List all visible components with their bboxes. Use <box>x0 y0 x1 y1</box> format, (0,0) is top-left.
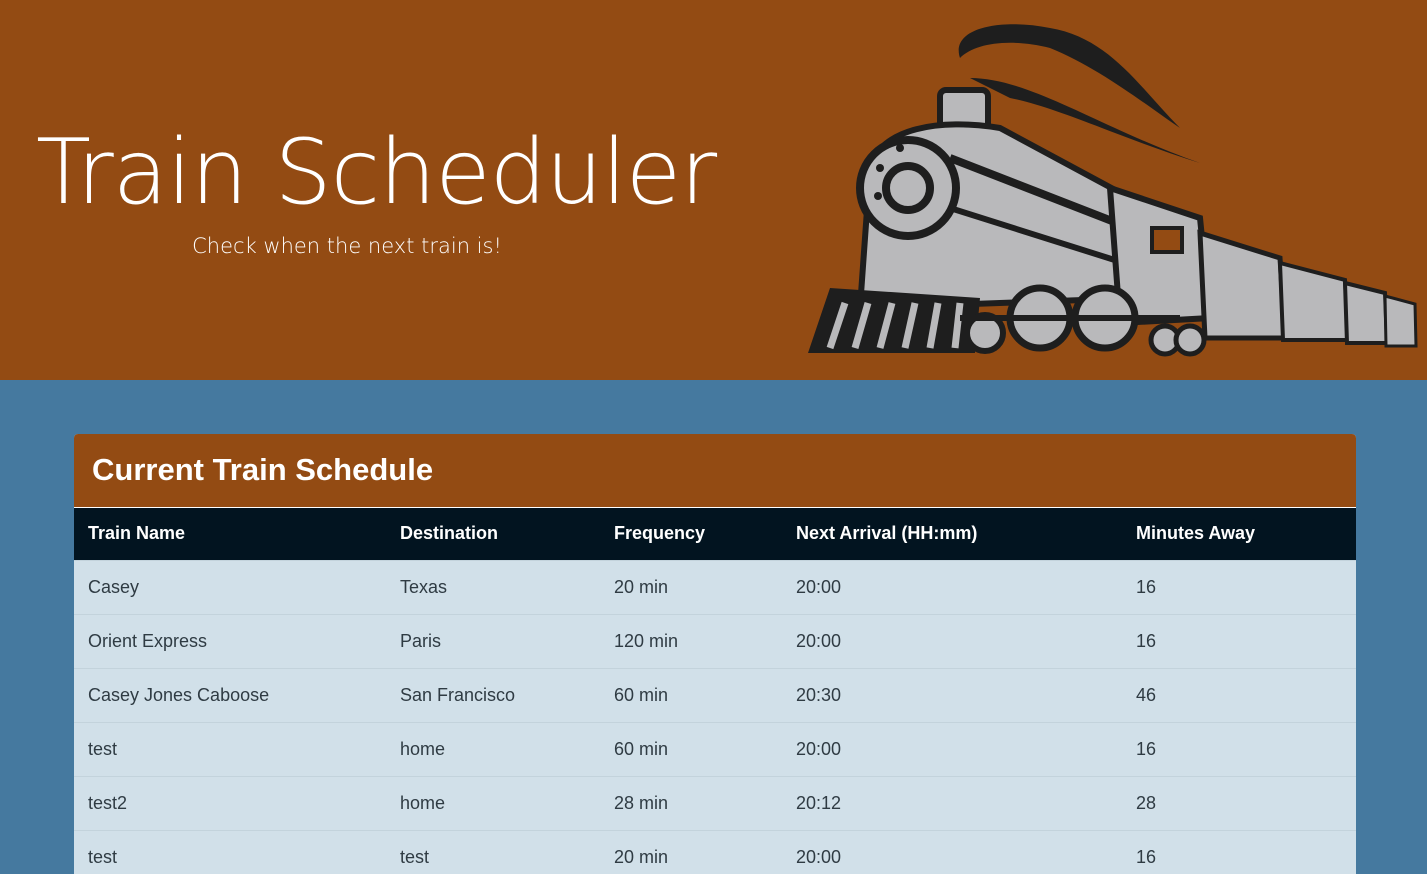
cell-next-arrival: 20:00 <box>796 630 842 651</box>
column-header-train-name: Train Name <box>88 523 186 544</box>
cell-frequency: 60 min <box>614 738 669 759</box>
cell-minutes-away: 28 <box>1136 792 1157 813</box>
cell-next-arrival: 20:12 <box>796 792 842 813</box>
cell-minutes-away: 16 <box>1136 738 1157 759</box>
cell-frequency: 120 min <box>614 630 679 651</box>
table-row: Casey Texas 20 min 20:00 16 <box>74 560 1356 614</box>
cell-next-arrival: 20:00 <box>796 846 842 867</box>
cell-next-arrival: 20:00 <box>796 576 842 597</box>
cell-train-name: test2 <box>88 792 128 813</box>
table-row: test test 20 min 20:00 16 <box>74 830 1356 874</box>
column-header-next-arrival: Next Arrival (HH:mm) <box>796 523 978 544</box>
cell-destination: home <box>400 738 446 759</box>
page-subtitle: Check when the next train is! <box>192 234 502 258</box>
cell-train-name: Casey Jones Caboose <box>88 684 270 705</box>
cell-minutes-away: 46 <box>1136 684 1157 705</box>
cell-minutes-away: 16 <box>1136 630 1157 651</box>
table-row: test home 60 min 20:00 16 <box>74 722 1356 776</box>
table-row: Orient Express Paris 120 min 20:00 16 <box>74 614 1356 668</box>
table-row: Casey Jones Caboose San Francisco 60 min… <box>74 668 1356 722</box>
cell-destination: test <box>400 846 430 867</box>
column-header-minutes-away: Minutes Away <box>1136 523 1256 544</box>
cell-train-name: Orient Express <box>88 630 208 651</box>
cell-minutes-away: 16 <box>1136 576 1157 597</box>
cell-minutes-away: 16 <box>1136 846 1157 867</box>
table-row: test2 home 28 min 20:12 28 <box>74 776 1356 830</box>
cell-frequency: 20 min <box>614 846 669 867</box>
cell-destination: home <box>400 792 446 813</box>
schedule-panel-header: Current Train Schedule <box>74 434 1356 508</box>
cell-destination: San Francisco <box>400 684 516 705</box>
column-header-destination: Destination <box>400 523 499 544</box>
column-header-frequency: Frequency <box>614 523 706 544</box>
cell-next-arrival: 20:30 <box>796 684 842 705</box>
cell-train-name: Casey <box>88 576 140 597</box>
cell-destination: Texas <box>400 576 448 597</box>
cell-next-arrival: 20:00 <box>796 738 842 759</box>
cell-train-name: test <box>88 846 118 867</box>
schedule-table: Train Name Destination Frequency Next Ar… <box>74 508 1356 874</box>
table-header-row: Train Name Destination Frequency Next Ar… <box>74 508 1356 560</box>
schedule-title: Current Train Schedule <box>92 452 434 487</box>
cell-frequency: 20 min <box>614 576 669 597</box>
cell-train-name: test <box>88 738 118 759</box>
cell-frequency: 60 min <box>614 684 669 705</box>
cell-frequency: 28 min <box>614 792 669 813</box>
schedule-panel: Current Train Schedule Train Name Destin… <box>74 434 1356 874</box>
jumbotron-header: Train Scheduler Check when the next trai… <box>0 0 1427 380</box>
locomotive-illustration <box>808 24 1418 357</box>
cell-destination: Paris <box>400 630 442 651</box>
page-title: Train Scheduler <box>36 120 717 225</box>
